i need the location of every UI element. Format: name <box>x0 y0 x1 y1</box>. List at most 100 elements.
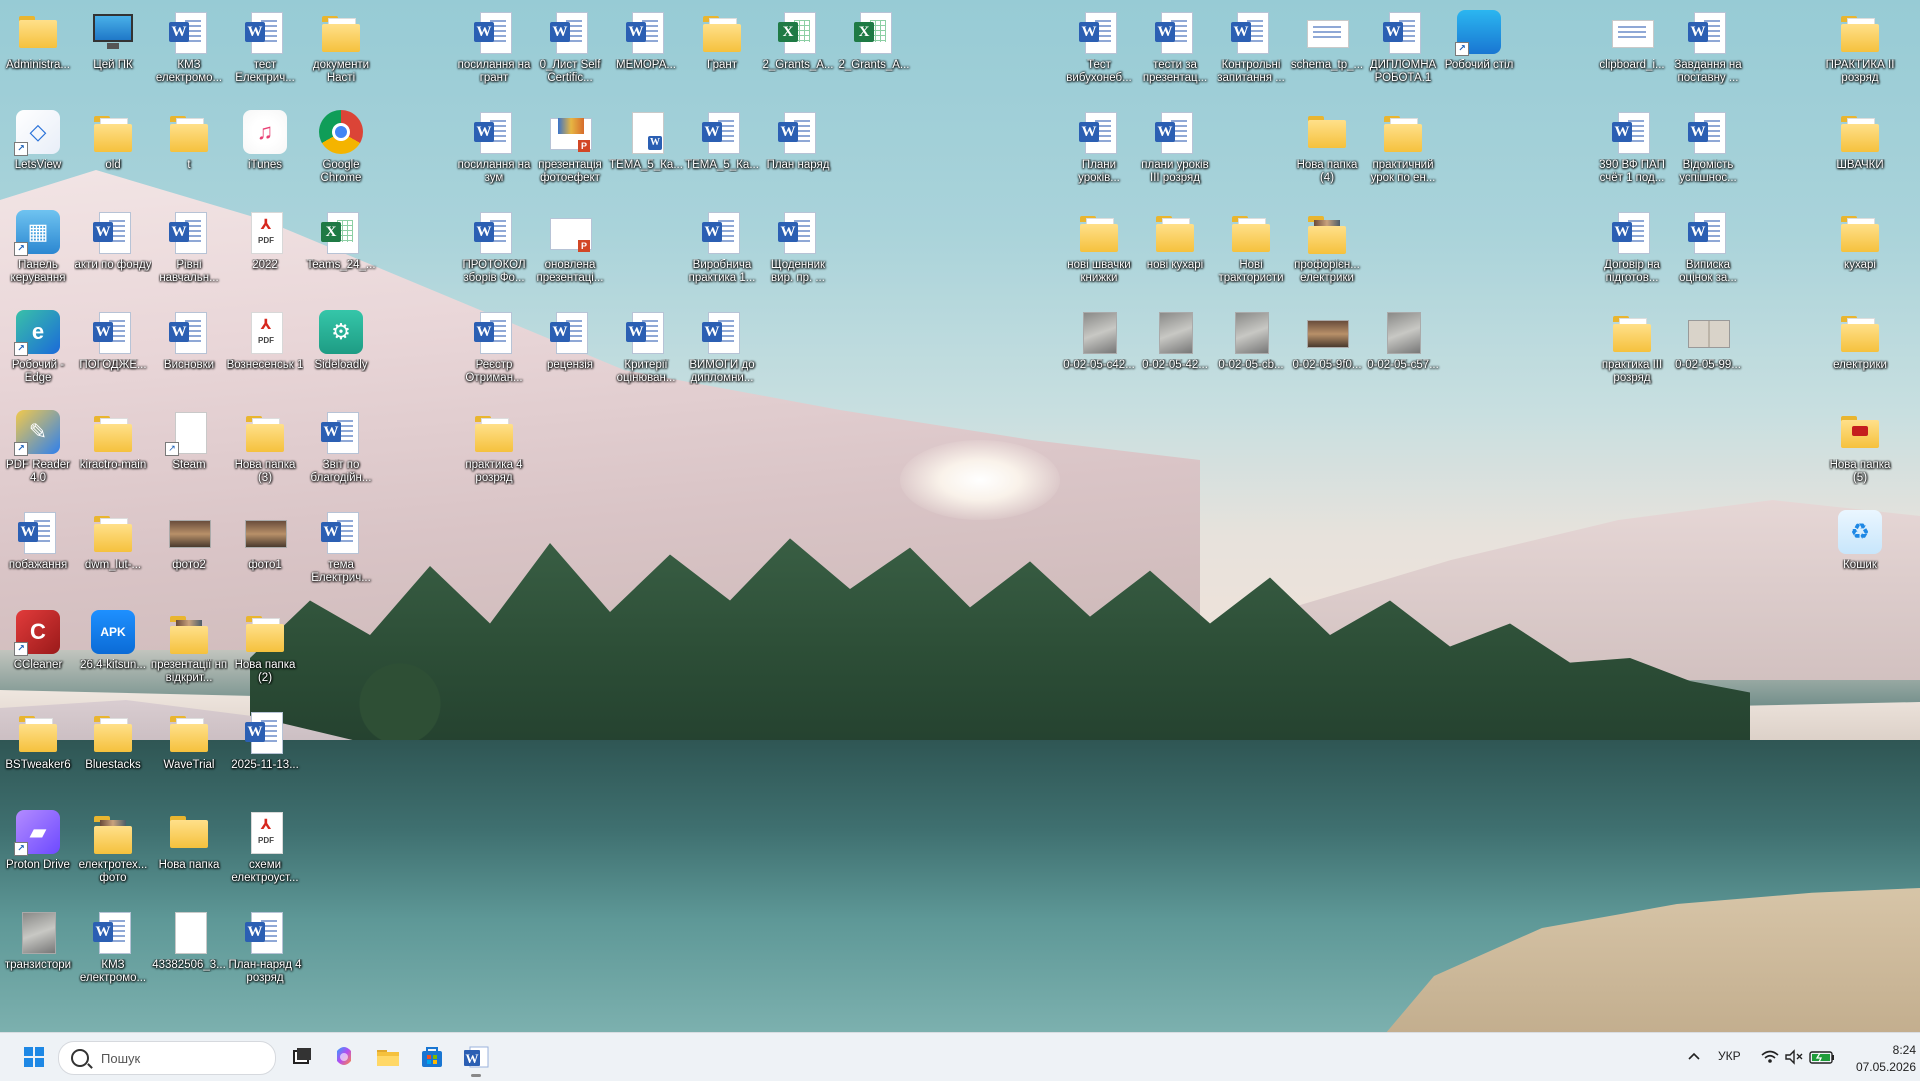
desktop-icon[interactable]: W ВИМОГИ до дипломни... <box>686 304 758 400</box>
desktop-icon[interactable]: W План-наряд 4 розряд <box>228 904 302 1000</box>
desktop-icon[interactable]: 0-02-05-42... <box>1139 304 1211 400</box>
desktop-icon[interactable]: W КМЗ електромо... <box>153 4 225 100</box>
desktop-icon[interactable]: ↗ Робочий стіл <box>1443 4 1515 100</box>
desktop-icon[interactable]: X 2_Grants_A... <box>762 4 834 100</box>
desktop-icon[interactable]: Administra... <box>2 4 74 100</box>
desktop-icon[interactable]: ♫ iTunes <box>229 104 301 200</box>
desktop-icon[interactable]: W ПОГОДЖЕ... <box>77 304 149 400</box>
desktop-icon[interactable]: clipboard_i... <box>1596 4 1668 100</box>
desktop-icon[interactable]: C ↗ CCleaner <box>2 604 74 700</box>
desktop-icon[interactable]: W ПРОТОКОЛ зборів Фо... <box>458 204 530 300</box>
desktop-icon[interactable]: Нові трактористи <box>1215 204 1287 300</box>
desktop-icon[interactable]: 0-02-05-c42... <box>1063 304 1135 400</box>
desktop-icon[interactable]: APK 26.4-kitsun... <box>77 604 149 700</box>
desktop-icon[interactable]: Нова папка (2) <box>229 604 301 700</box>
desktop-icon[interactable]: W Плани уроків... <box>1063 104 1135 200</box>
desktop-icon[interactable]: ПРАКТИКА II розряд <box>1824 4 1896 100</box>
desktop-icon[interactable]: e ↗ Робочий - Edge <box>2 304 74 400</box>
start-button[interactable] <box>18 1041 50 1073</box>
desktop-icon[interactable]: ⚙ Sideloadly <box>305 304 377 400</box>
desktop-icon[interactable]: W КМЗ електромо... <box>77 904 149 1000</box>
clock-time[interactable]: 8:24 <box>1876 1043 1916 1057</box>
desktop-icon[interactable]: W ТЕМА_5_Ка... <box>685 104 759 200</box>
desktop-icon[interactable]: W ДИПЛОМНА РОБОТА.1 <box>1367 4 1439 100</box>
desktop-icon[interactable]: ◇ ↗ LetsView <box>2 104 74 200</box>
taskbar-search[interactable] <box>58 1041 276 1075</box>
desktop-icon[interactable]: kiractro-main <box>77 404 149 500</box>
desktop-icon[interactable]: Pпрезентація фотоефект <box>534 104 606 200</box>
desktop-icon[interactable]: документи Насті <box>305 4 377 100</box>
desktop-icon[interactable]: W Тест вибухонеб... <box>1063 4 1135 100</box>
desktop-icon[interactable]: ⅄ PDF 2022 <box>229 204 301 300</box>
desktop-icon[interactable]: Wплани уроків III розряд <box>1139 104 1211 200</box>
search-input[interactable] <box>99 1049 263 1067</box>
desktop-icon[interactable]: W Виписка оцінок за... <box>1672 204 1744 300</box>
desktop-icon[interactable]: W Рівні навчальн... <box>153 204 225 300</box>
desktop-icon[interactable]: ✎ ↗ PDF Reader 4.0 <box>2 404 74 500</box>
desktop-icon[interactable]: електротех... фото <box>77 804 149 900</box>
desktop[interactable]: Administra... Цей ПК W КМЗ електромо... Wтес… <box>0 0 1920 1032</box>
desktop-icon[interactable]: W 2025-11-13... <box>229 704 301 800</box>
desktop-icon[interactable]: Wпосилання на грант <box>458 4 530 100</box>
desktop-icon[interactable]: BSTweaker6 <box>2 704 74 800</box>
desktop-icon[interactable]: кухарі <box>1824 204 1896 300</box>
desktop-icon[interactable]: X 2_Grants_A... <box>838 4 910 100</box>
desktop-icon[interactable]: Нова папка (4) <box>1291 104 1363 200</box>
desktop-icon[interactable]: Google Chrome <box>305 104 377 200</box>
desktop-icon[interactable]: X Teams_24_... <box>305 204 377 300</box>
desktop-icon[interactable]: W Щоденник вир. пр. ... <box>762 204 834 300</box>
desktop-icon[interactable]: W Договір на підготов... <box>1596 204 1668 300</box>
desktop-icon[interactable]: W Висновки <box>153 304 225 400</box>
desktop-icon[interactable]: W Відомість успішнос... <box>1672 104 1744 200</box>
desktop-icon[interactable]: ↗ Steam <box>153 404 225 500</box>
desktop-icon[interactable]: практичний урок по ен... <box>1367 104 1439 200</box>
desktop-icon[interactable]: ▦ ↗ Панель керування <box>2 204 74 300</box>
desktop-icon[interactable]: schema_tp_... <box>1291 4 1363 100</box>
desktop-icon[interactable]: Нова папка <box>153 804 225 900</box>
language-indicator[interactable]: УКР <box>1718 1049 1741 1063</box>
desktop-icon[interactable]: ♻ Кошик <box>1824 504 1896 600</box>
desktop-icon[interactable]: old <box>77 104 149 200</box>
desktop-icon[interactable]: ⅄ PDF схеми електроуст... <box>229 804 301 900</box>
desktop-icon[interactable]: dwm_lut-... <box>77 504 149 600</box>
desktop-icon[interactable]: W Завдання на поставну ... <box>1672 4 1744 100</box>
desktop-icon[interactable]: W Реєстр Отриман... <box>458 304 530 400</box>
clock-date[interactable]: 07.05.2026 <box>1830 1060 1916 1074</box>
microsoft-store-button[interactable] <box>416 1041 448 1073</box>
desktop-icon[interactable]: Wрецензія <box>534 304 606 400</box>
desktop-icon[interactable]: ⅄ PDF Вознесенськ 1 <box>227 304 303 400</box>
desktop-icon[interactable]: Wтести за презентац... <box>1139 4 1211 100</box>
desktop-icon[interactable]: нові швачки книжки <box>1063 204 1135 300</box>
desktop-icon[interactable]: ШВАЧКИ <box>1824 104 1896 200</box>
desktop-icon[interactable]: профорієн... електрики <box>1291 204 1363 300</box>
desktop-icon[interactable]: Bluestacks <box>77 704 149 800</box>
desktop-icon[interactable]: нові кухарі <box>1139 204 1211 300</box>
desktop-icon[interactable]: 0-02-05-99... <box>1672 304 1744 400</box>
desktop-icon[interactable]: Pоновлена презентаці... <box>534 204 606 300</box>
desktop-icon[interactable]: W Звіт по благодійн... <box>305 404 377 500</box>
desktop-icon[interactable]: 0-02-05-cb... <box>1215 304 1287 400</box>
desktop-icon[interactable]: Цей ПК <box>77 4 149 100</box>
desktop-icon[interactable]: W Контрольні запитання ... <box>1215 4 1287 100</box>
desktop-icon[interactable]: Wтест Електрич... <box>229 4 301 100</box>
desktop-icon[interactable]: W План наряд <box>762 104 834 200</box>
desktop-icon[interactable]: W 390 ВФ ПАП счёт 1 под... <box>1596 104 1668 200</box>
desktop-icon[interactable]: 0-02-05-c57... <box>1367 304 1439 400</box>
desktop-icon[interactable]: Нова папка (5) <box>1824 404 1896 500</box>
desktop-icon[interactable]: 43382506_3... <box>152 904 226 1000</box>
copilot-button[interactable] <box>328 1041 360 1073</box>
desktop-icon[interactable]: Wпобажання <box>2 504 74 600</box>
desktop-icon[interactable]: презентації нп відкрит... <box>151 604 227 700</box>
task-view-button[interactable] <box>286 1041 318 1073</box>
desktop-icon[interactable]: фото1 <box>229 504 301 600</box>
desktop-icon[interactable]: практика 4 розряд <box>458 404 530 500</box>
desktop-icon[interactable]: транзистори <box>2 904 74 1000</box>
desktop-icon[interactable]: W 0_Лист Self Certific... <box>534 4 606 100</box>
desktop-icon[interactable]: Нова папка (3) <box>229 404 301 500</box>
desktop-icon[interactable]: 0-02-05-9f0... <box>1291 304 1363 400</box>
word-taskbar-button[interactable]: W <box>460 1041 492 1077</box>
desktop-icon[interactable]: фото2 <box>153 504 225 600</box>
file-explorer-button[interactable] <box>372 1041 404 1073</box>
desktop-icon[interactable]: Wтема Електрич... <box>305 504 377 600</box>
desktop-icon[interactable]: WaveTrial <box>153 704 225 800</box>
